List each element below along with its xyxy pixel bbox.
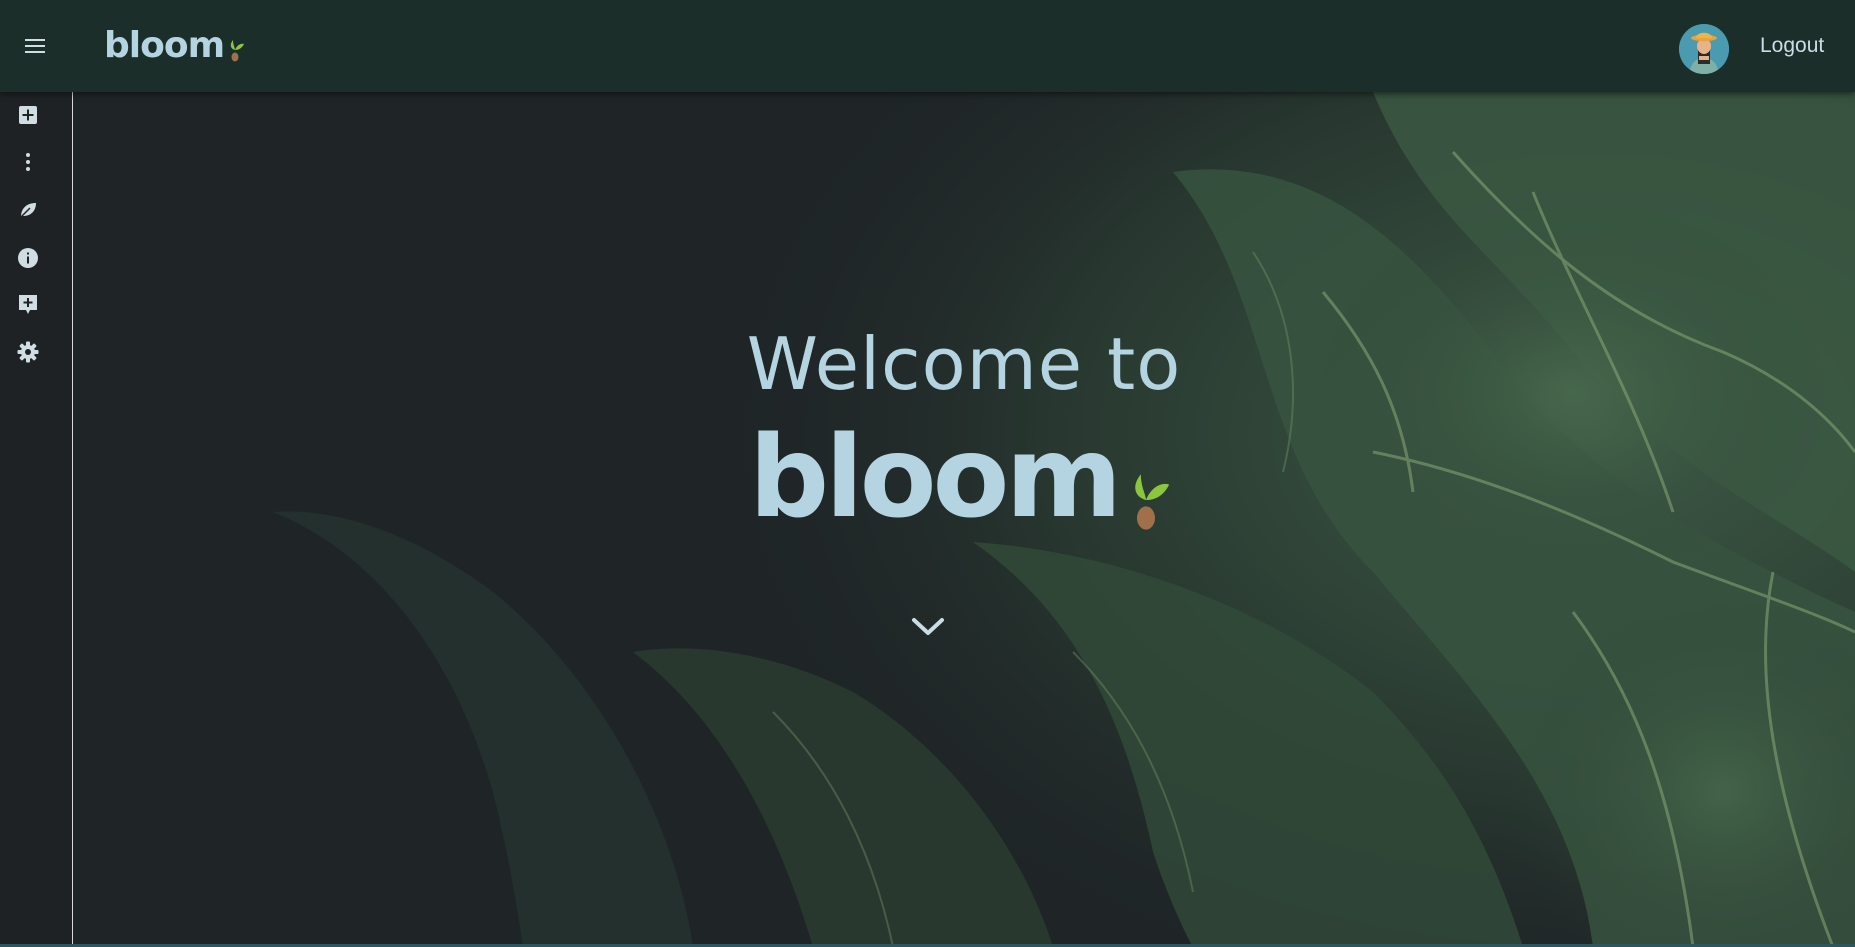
settings-gear-icon[interactable]	[16, 340, 40, 364]
brand-name: bloom	[104, 25, 225, 66]
hamburger-menu-icon[interactable]	[20, 30, 52, 62]
logout-button[interactable]: Logout	[1760, 34, 1824, 58]
brand-logo[interactable]: bloom	[104, 22, 245, 66]
sidebar-nav	[0, 92, 73, 947]
top-app-bar: bloom Logout	[0, 0, 1855, 92]
sprout-icon	[230, 40, 245, 62]
welcome-heading: Welcome to	[746, 322, 1182, 406]
hero-brand-name: bloom	[749, 413, 1122, 543]
add-box-icon[interactable]	[16, 103, 40, 127]
chevron-down-icon[interactable]	[908, 607, 948, 647]
hero-section: Welcome to bloom	[73, 92, 1855, 947]
add-comment-icon[interactable]	[16, 293, 40, 317]
hero-brand-logo: bloom	[749, 408, 1172, 538]
more-vert-icon[interactable]	[16, 150, 40, 174]
leaf-icon[interactable]	[16, 198, 40, 222]
info-icon[interactable]	[16, 246, 40, 270]
sprout-icon	[1135, 474, 1170, 530]
user-avatar[interactable]	[1679, 24, 1729, 74]
